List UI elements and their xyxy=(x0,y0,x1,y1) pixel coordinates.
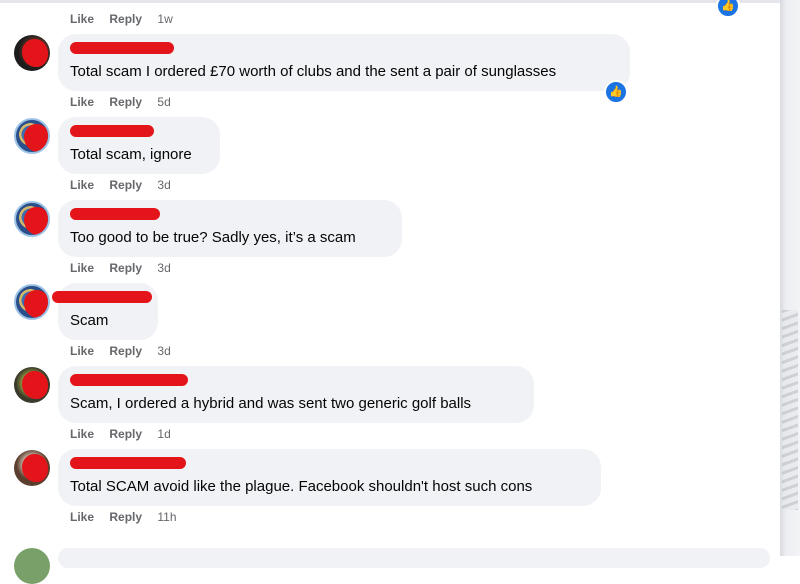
comment-bubble xyxy=(58,548,770,568)
avatar[interactable] xyxy=(14,284,50,320)
avatar[interactable] xyxy=(14,548,50,584)
reply-link[interactable]: Reply xyxy=(109,95,142,109)
like-link[interactable]: Like xyxy=(70,427,94,441)
like-thumb-icon[interactable]: 👍 xyxy=(604,80,628,104)
like-link[interactable]: Like xyxy=(70,95,94,109)
redacted-author-name[interactable] xyxy=(70,125,154,137)
avatar[interactable] xyxy=(14,118,50,154)
redacted-author-name[interactable] xyxy=(70,208,160,220)
comment-bubble: Total scam I ordered £70 worth of clubs … xyxy=(58,34,630,91)
comment-bubble: Scam, I ordered a hybrid and was sent tw… xyxy=(58,366,534,423)
background-edge xyxy=(780,0,800,556)
timestamp: 1w xyxy=(157,12,173,26)
redacted-author-name[interactable] xyxy=(70,42,174,54)
like-link[interactable]: Like xyxy=(70,178,94,192)
redacted-author-name[interactable] xyxy=(52,291,152,303)
reply-link[interactable]: Reply xyxy=(109,261,142,275)
comment-bubble: Too good to be true? Sadly yes, it’s a s… xyxy=(58,200,402,257)
comment-actions: Like Reply 5d xyxy=(70,94,183,110)
comment-actions: Like Reply 3d xyxy=(70,343,183,359)
comment-bubble: Scam xyxy=(52,283,158,340)
top-comment-actions: Like Reply 1w xyxy=(70,11,185,27)
comment-actions: Like Reply 11h xyxy=(70,509,189,525)
timestamp: 5d xyxy=(157,95,171,109)
redacted-author-name[interactable] xyxy=(70,374,188,386)
like-link[interactable]: Like xyxy=(70,344,94,358)
timestamp: 3d xyxy=(157,178,171,192)
comment-actions: Like Reply 3d xyxy=(70,177,183,193)
comment-actions: Like Reply 3d xyxy=(70,260,183,276)
reply-link[interactable]: Reply xyxy=(109,510,142,524)
like-thumb-icon[interactable]: 👍 xyxy=(716,0,740,18)
comment-text: Total SCAM avoid like the plague. Facebo… xyxy=(70,478,533,495)
avatar[interactable] xyxy=(14,35,50,71)
redacted-author-name[interactable] xyxy=(70,457,186,469)
like-link[interactable]: Like xyxy=(70,510,94,524)
comment-bubble: Total scam, ignore xyxy=(58,117,220,174)
avatar[interactable] xyxy=(14,201,50,237)
reply-link[interactable]: Reply xyxy=(109,344,142,358)
comment-actions: Like Reply 1d xyxy=(70,426,183,442)
comment-text: Total scam, ignore xyxy=(70,146,192,163)
timestamp: 3d xyxy=(157,344,171,358)
timestamp: 11h xyxy=(157,510,177,524)
like-link[interactable]: Like xyxy=(70,12,94,26)
timestamp: 3d xyxy=(157,261,171,275)
avatar[interactable] xyxy=(14,450,50,486)
avatar[interactable] xyxy=(14,367,50,403)
comment-text: Total scam I ordered £70 worth of clubs … xyxy=(70,63,557,80)
top-divider xyxy=(0,0,780,3)
comment-text: Scam xyxy=(70,312,109,329)
reply-link[interactable]: Reply xyxy=(109,427,142,441)
comment-bubble: Total SCAM avoid like the plague. Facebo… xyxy=(58,449,601,506)
reply-link[interactable]: Reply xyxy=(109,178,142,192)
timestamp: 1d xyxy=(157,427,171,441)
comment-text: Too good to be true? Sadly yes, it’s a s… xyxy=(70,229,356,246)
comment-text: Scam, I ordered a hybrid and was sent tw… xyxy=(70,395,472,412)
reply-link[interactable]: Reply xyxy=(109,12,142,26)
like-link[interactable]: Like xyxy=(70,261,94,275)
